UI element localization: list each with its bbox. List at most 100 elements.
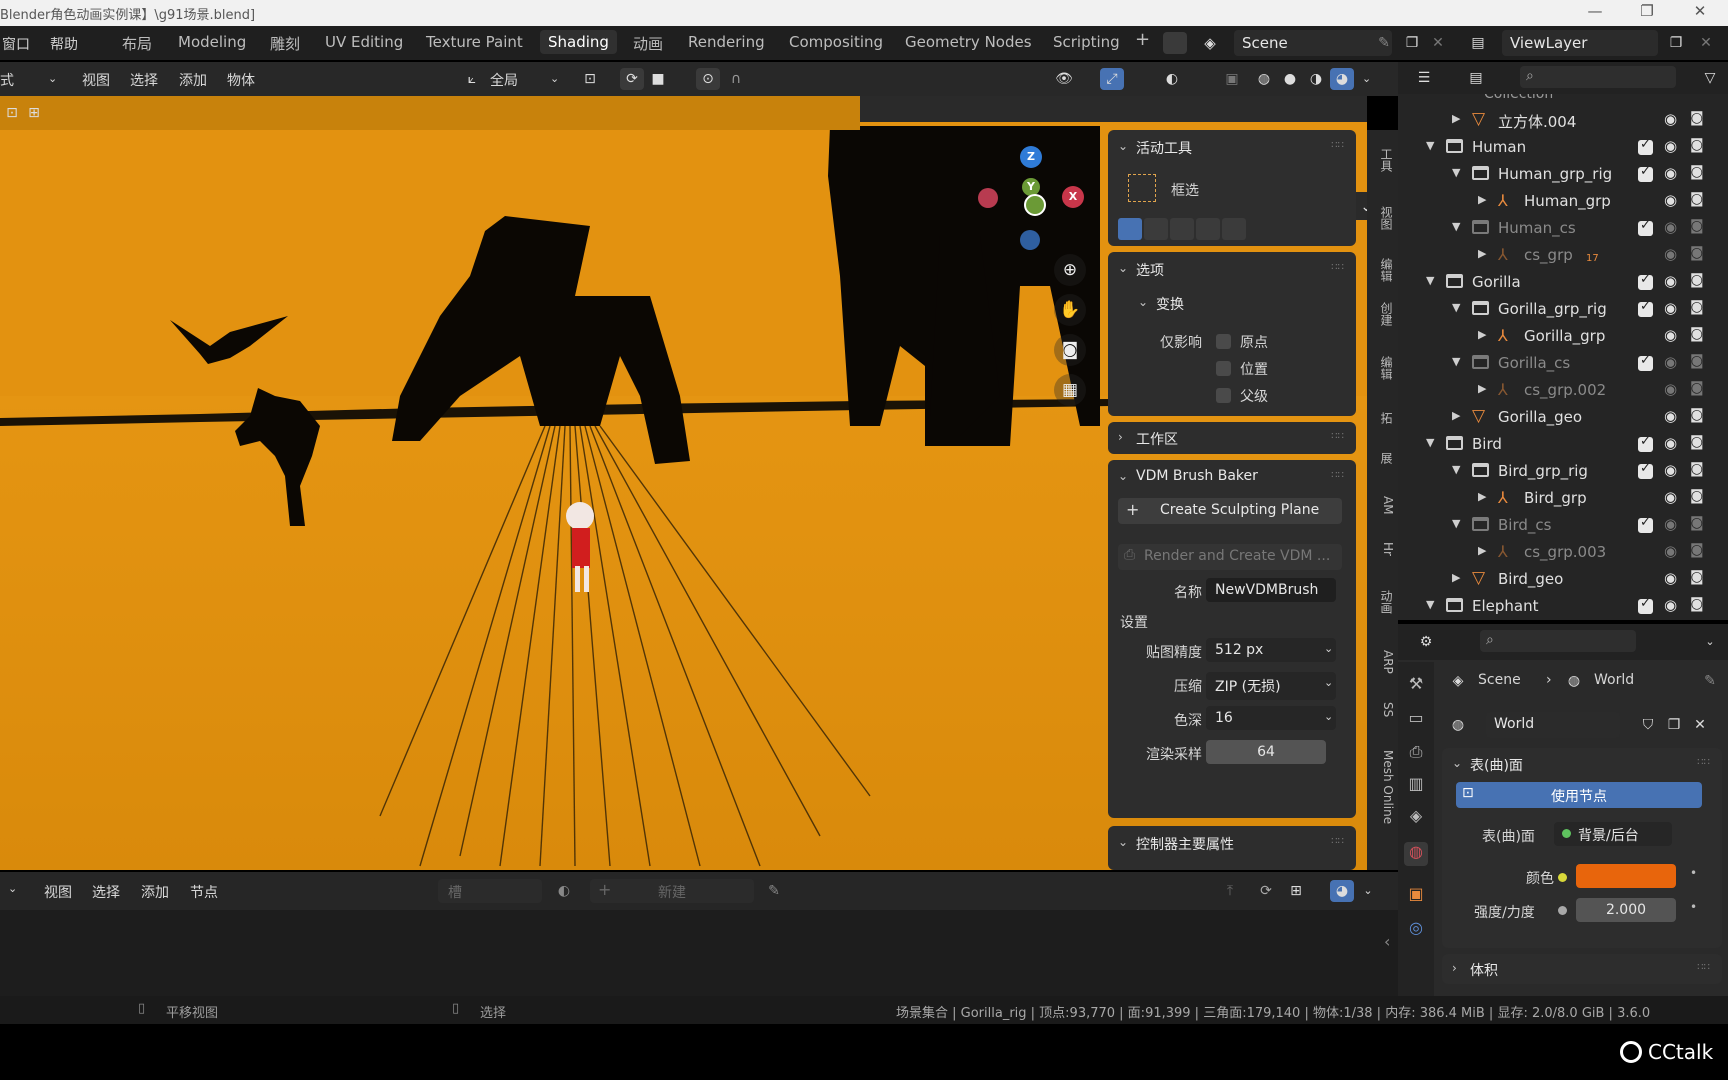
overlay-icon[interactable]: ◐ — [1160, 68, 1184, 90]
visibility-icon[interactable]: 👁 — [1052, 68, 1076, 90]
camera-render-icon[interactable]: ◙ — [1690, 380, 1704, 396]
exclude-checkbox[interactable] — [1638, 461, 1653, 479]
tab-hr[interactable]: Hr — [1371, 542, 1395, 556]
new-world-icon[interactable]: ❐ — [1662, 714, 1686, 736]
filter-icon[interactable]: ▽ — [1698, 67, 1722, 89]
menu-window[interactable]: 窗口 — [2, 34, 30, 54]
origin-checkbox[interactable] — [1216, 334, 1231, 349]
samples-field[interactable]: 64 — [1206, 740, 1326, 764]
color-swatch[interactable] — [1576, 864, 1676, 888]
exclude-checkbox[interactable] — [1638, 218, 1653, 236]
chevron-down-icon[interactable]: ⌄ — [1362, 72, 1371, 85]
tab-shading[interactable]: Shading — [540, 30, 617, 54]
exclude-checkbox[interactable] — [1638, 299, 1653, 317]
chevron-down-icon[interactable]: ⌄ — [1138, 295, 1148, 309]
eye-icon[interactable]: ◉ — [1664, 407, 1677, 425]
select-invert-icon[interactable] — [1196, 218, 1220, 240]
eye-icon[interactable]: ◉ — [1664, 191, 1677, 209]
chevron-down-icon[interactable]: ⌄ — [1118, 469, 1128, 483]
outliner-row[interactable]: ▶ ⅄ Gorilla_grp ◉ ◙ — [1398, 322, 1728, 349]
chevron-down-icon[interactable]: ⌄ — [1324, 710, 1333, 723]
expand-down-icon[interactable]: ▼ — [1426, 139, 1434, 152]
select-new-icon[interactable] — [1118, 218, 1142, 240]
breadcrumb-world[interactable]: World — [1594, 672, 1634, 688]
world-tab-icon[interactable]: ◍ — [1404, 842, 1428, 866]
outliner-row[interactable]: ▶ ▽ Bird_geo ◉ ◙ — [1398, 565, 1728, 592]
tab-animation[interactable]: 动画 — [633, 33, 663, 54]
camera-render-icon[interactable]: ◙ — [1690, 272, 1704, 288]
eye-icon[interactable]: ◉ — [1664, 218, 1677, 236]
eye-icon[interactable]: ◉ — [1664, 326, 1677, 344]
minimize-button[interactable]: — — [1580, 2, 1610, 20]
object-tab-icon[interactable]: ▣ — [1404, 884, 1428, 908]
breadcrumb-scene[interactable]: Scene — [1478, 672, 1521, 688]
expand-down-icon[interactable]: ▼ — [1426, 436, 1434, 449]
color-socket-icon[interactable] — [1558, 873, 1567, 882]
snap-icon[interactable]: ⟳ — [1254, 880, 1278, 902]
drag-handle-icon[interactable]: ∷∷ — [1331, 836, 1344, 847]
gizmo-neg-z-axis[interactable] — [1020, 230, 1040, 250]
eye-icon[interactable]: ◉ — [1664, 272, 1677, 290]
material-sphere-icon[interactable]: ◐ — [552, 880, 576, 902]
eye-icon[interactable]: ◉ — [1664, 245, 1677, 263]
chevron-down-icon[interactable]: ⌄ — [8, 882, 17, 895]
camera-render-icon[interactable]: ◙ — [1690, 110, 1704, 126]
menu-select[interactable]: 选择 — [130, 70, 158, 90]
zoom-icon[interactable]: ⊕ — [1054, 254, 1086, 286]
filter-view-icon[interactable]: ▤ — [1464, 67, 1488, 89]
panel-title[interactable]: VDM Brush Baker — [1136, 468, 1258, 484]
outliner-row[interactable]: ▶ ⅄ cs_grp.002 ◉ ◙ — [1398, 376, 1728, 403]
chevron-left-icon[interactable]: ‹ — [1384, 932, 1390, 951]
slot-dropdown[interactable]: 槽 — [438, 879, 542, 903]
gizmo-neg-x-axis[interactable] — [978, 188, 998, 208]
camera-render-icon[interactable]: ◙ — [1690, 137, 1704, 153]
menu-help[interactable]: 帮助 — [50, 34, 78, 54]
chevron-down-icon[interactable]: ⌄ — [1698, 631, 1722, 653]
expand-down-icon[interactable]: ▼ — [1452, 301, 1460, 314]
expand-right-icon[interactable]: ▶ — [1478, 328, 1486, 341]
outliner-row[interactable]: ▼ Gorilla_grp_rig ◉ ◙ — [1398, 295, 1728, 322]
expand-down-icon[interactable]: ▼ — [1452, 355, 1460, 368]
camera-render-icon[interactable]: ◙ — [1690, 164, 1704, 180]
panel-title[interactable]: 活动工具 — [1136, 138, 1192, 158]
transform-orientation-dropdown[interactable]: 全局 — [490, 70, 518, 90]
outliner-row[interactable]: ▼ Bird ◉ ◙ — [1398, 430, 1728, 457]
tab-am[interactable]: AM — [1371, 496, 1395, 515]
menu-view[interactable]: 视图 — [82, 70, 110, 90]
camera-icon[interactable]: ◙ — [1054, 334, 1086, 366]
tab-ss[interactable]: SS — [1371, 702, 1395, 717]
chevron-down-icon[interactable]: ⌄ — [1324, 676, 1333, 689]
camera-render-icon[interactable]: ◙ — [1690, 326, 1704, 342]
brush-name-input[interactable]: NewVDMBrush — [1206, 578, 1336, 602]
camera-render-icon[interactable]: ◙ — [1690, 488, 1704, 504]
drag-handle-icon[interactable]: ∷∷ — [1331, 431, 1344, 442]
expand-right-icon[interactable]: ▶ — [1478, 193, 1486, 206]
tab-edit-2[interactable]: 编辑 — [1371, 356, 1395, 380]
eye-icon[interactable]: ◉ — [1664, 299, 1677, 317]
chevron-right-icon[interactable]: › — [1452, 961, 1457, 975]
select-intersect-icon[interactable] — [1222, 218, 1246, 240]
close-window-button[interactable]: ✕ — [1685, 2, 1715, 20]
resolution-dropdown[interactable]: 512 px — [1206, 638, 1336, 662]
tab-arp[interactable]: ARP — [1371, 650, 1395, 674]
mode-selector[interactable]: 式 — [0, 70, 14, 90]
outliner-row[interactable]: ▼ Human_cs ◉ ◙ — [1398, 214, 1728, 241]
rendered-shading-icon[interactable]: ◕ — [1330, 68, 1354, 90]
panel-title[interactable]: 选项 — [1136, 260, 1164, 280]
gizmo-z-axis[interactable]: Z — [1020, 146, 1042, 168]
snap-target-icon[interactable]: ■ — [646, 68, 670, 90]
chevron-down-icon[interactable]: ⌄ — [1118, 261, 1128, 275]
expand-down-icon[interactable]: ▼ — [1452, 517, 1460, 530]
expand-down-icon[interactable]: ▼ — [1426, 274, 1434, 287]
eye-icon[interactable]: ◉ — [1664, 137, 1677, 155]
camera-render-icon[interactable]: ◙ — [1690, 596, 1704, 612]
editor-type-icon[interactable]: ⚙ — [1414, 631, 1438, 653]
outliner-row[interactable]: ▶ ▽ 立方体.004 ◉ ◙ — [1398, 106, 1728, 133]
outliner-row[interactable]: ▶ ⅄ Bird_grp ◉ ◙ — [1398, 484, 1728, 511]
eye-icon[interactable]: ◉ — [1664, 110, 1677, 128]
eye-icon[interactable]: ◉ — [1664, 461, 1677, 479]
depth-dropdown[interactable]: 16 — [1206, 706, 1336, 730]
workspace-icon[interactable] — [1163, 32, 1187, 54]
tab-sculpt[interactable]: 雕刻 — [270, 33, 300, 54]
outliner-row[interactable]: ▼ Bird_cs ◉ ◙ — [1398, 511, 1728, 538]
